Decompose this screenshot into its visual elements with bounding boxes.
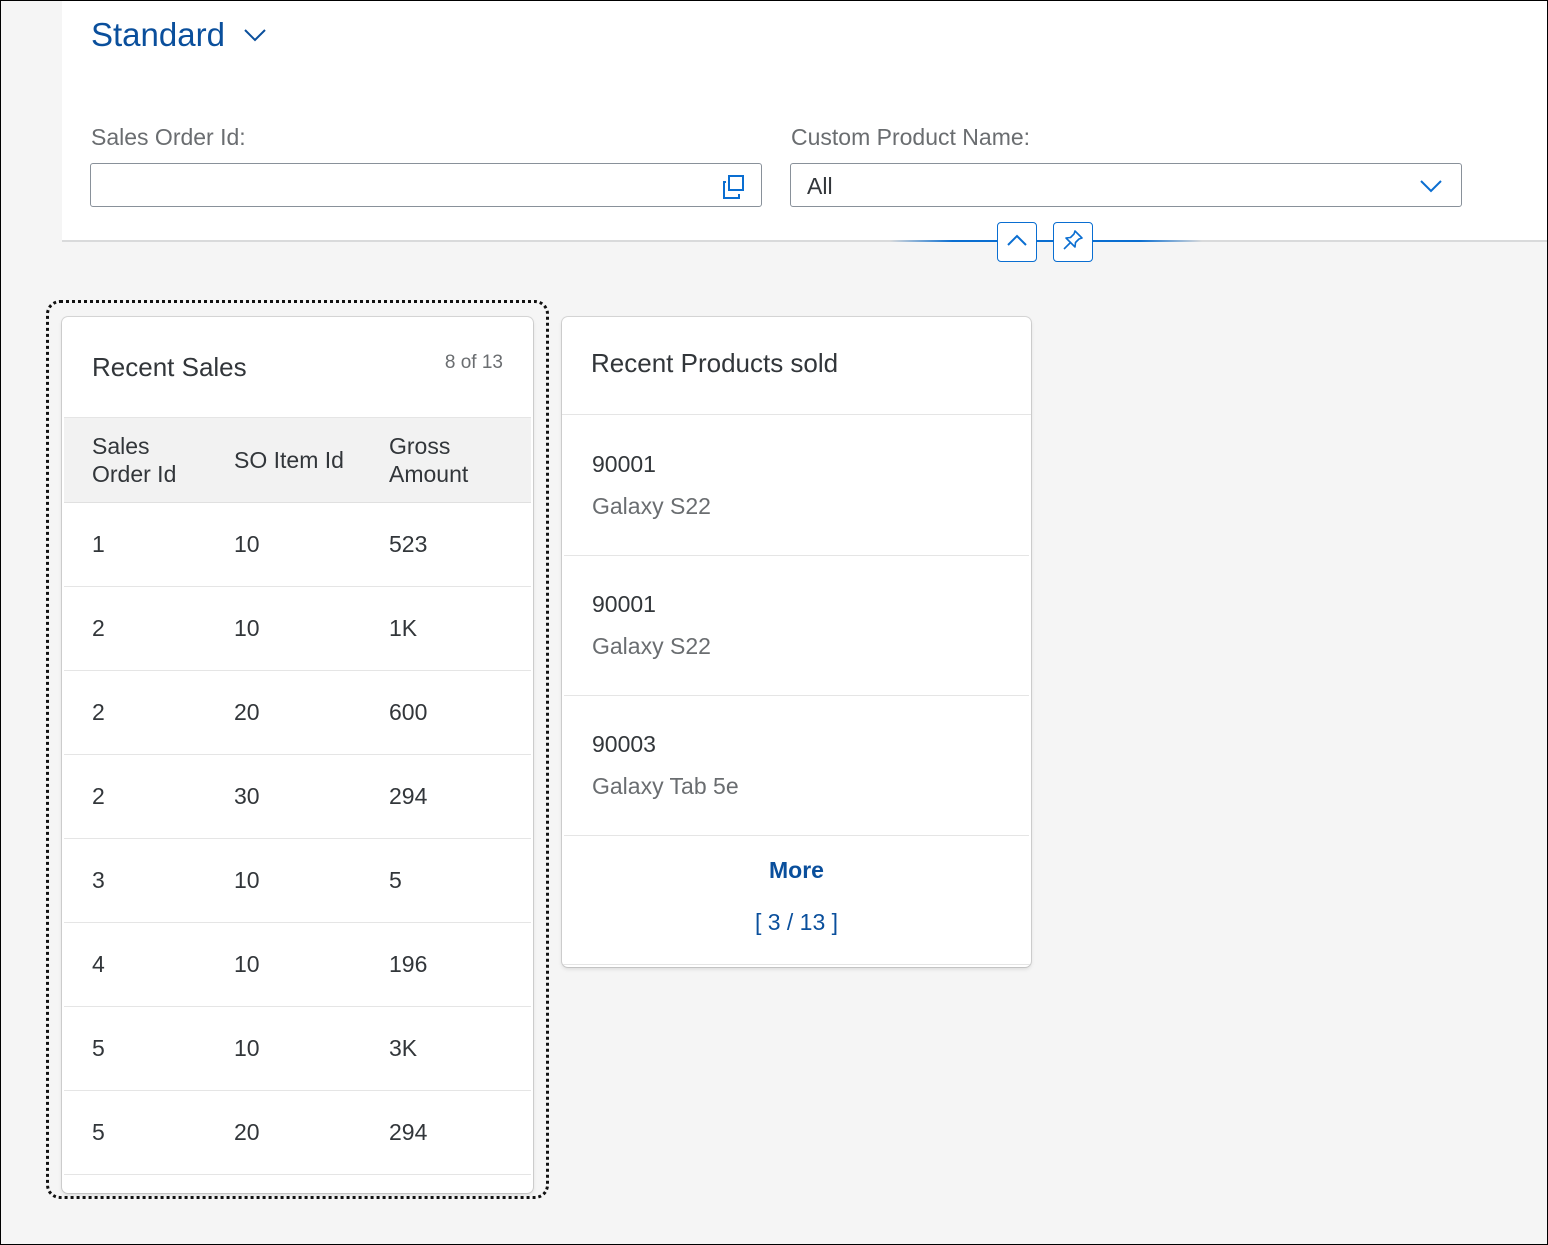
table-cell: 2: [92, 615, 105, 641]
table-cell: 20: [234, 699, 260, 725]
table-cell: 196: [389, 951, 428, 977]
pin-icon: [1061, 228, 1085, 257]
table-cell: 4: [92, 951, 105, 977]
product-name: Galaxy S22: [592, 493, 711, 519]
recent-products-title: Recent Products sold: [591, 348, 839, 378]
table-cell: 10: [234, 867, 260, 893]
table-cell: 5: [389, 867, 402, 893]
table-cell: 10: [234, 615, 260, 641]
list-item[interactable]: 90003 Galaxy Tab 5e: [564, 695, 1029, 836]
table-row[interactable]: 4 10 196: [64, 922, 531, 1007]
table-cell: 294: [389, 783, 428, 809]
table-row[interactable]: 2 10 1K: [64, 586, 531, 671]
variant-selector[interactable]: Standard: [91, 16, 267, 54]
table-cell: 294: [389, 1119, 428, 1145]
variant-title: Standard: [91, 16, 225, 53]
table-cell: 10: [234, 531, 260, 557]
list-item[interactable]: 90001 Galaxy S22: [564, 555, 1029, 696]
product-id: 90001: [592, 451, 656, 477]
recent-sales-count: 8 of 13: [444, 352, 503, 373]
chevron-down-icon: [1419, 179, 1443, 198]
recent-products-card[interactable]: Recent Products sold 90001 Galaxy S22 9000…: [562, 317, 1031, 967]
table-row[interactable]: 5 20 294: [64, 1090, 531, 1175]
table-cell: 600: [389, 699, 428, 725]
product-id: 90003: [592, 731, 656, 757]
chevron-up-icon: [1006, 233, 1028, 252]
more-link[interactable]: More: [562, 857, 1031, 884]
table-cell: 523: [389, 531, 428, 557]
custom-product-name-select[interactable]: All: [790, 163, 1462, 207]
sales-order-id-label: Sales Order Id:: [91, 124, 246, 150]
recent-sales-title: Recent Sales: [92, 352, 247, 382]
table-row[interactable]: 1 10 523: [64, 502, 531, 587]
table-cell: 2: [92, 699, 105, 725]
table-cell: 10: [234, 951, 260, 977]
table-row[interactable]: 2 20 600: [64, 670, 531, 755]
custom-product-name-value: All: [807, 173, 833, 199]
custom-product-name-label: Custom Product Name:: [791, 124, 1031, 150]
list-item[interactable]: 90001 Galaxy S22: [564, 415, 1029, 556]
chevron-down-icon: [243, 28, 267, 42]
table-cell: 30: [234, 783, 260, 809]
column-header-so-item-id[interactable]: SO Item Id: [234, 446, 344, 474]
product-name: Galaxy S22: [592, 633, 711, 659]
card-footer-divider: [562, 964, 1031, 965]
table-cell: 1: [92, 531, 105, 557]
table-row[interactable]: 3 10 5: [64, 838, 531, 923]
table-cell: 1K: [389, 615, 418, 641]
more-count: [ 3 / 13 ]: [754, 909, 839, 935]
recent-sales-card[interactable]: Recent Sales 8 of 13 Sales Order Id SO I…: [62, 317, 533, 1193]
column-header-gross-amount[interactable]: Gross Amount: [389, 432, 489, 488]
table-row[interactable]: 2 30 294: [64, 754, 531, 839]
header-divider: [62, 240, 1547, 242]
table-cell: 5: [92, 1035, 105, 1061]
value-help-icon[interactable]: [721, 174, 747, 205]
table-cell: 2: [92, 783, 105, 809]
table-header: Sales Order Id SO Item Id Gross Amount: [64, 417, 531, 503]
table-cell: 5: [92, 1119, 105, 1145]
table-cell: 3K: [389, 1035, 418, 1061]
collapse-header-button[interactable]: [997, 222, 1037, 262]
table-row[interactable]: 5 10 3K: [64, 1006, 531, 1091]
table-cell: 20: [234, 1119, 260, 1145]
sales-order-id-input[interactable]: [90, 163, 762, 207]
column-header-sales-order-id[interactable]: Sales Order Id: [92, 432, 202, 488]
product-id: 90001: [592, 591, 656, 617]
table-cell: 10: [234, 1035, 260, 1061]
header-divider-accent: [890, 240, 1202, 242]
table-cell: 3: [92, 867, 105, 893]
pin-header-button[interactable]: [1053, 222, 1093, 262]
product-name: Galaxy Tab 5e: [592, 773, 739, 799]
